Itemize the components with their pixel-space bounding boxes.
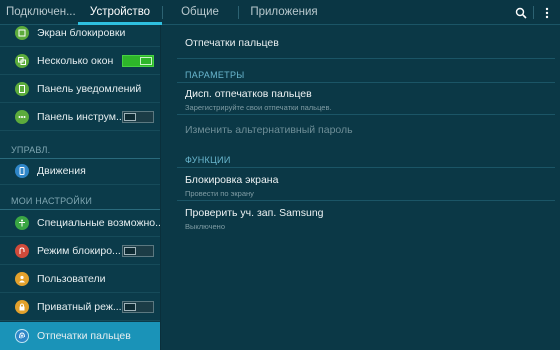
motion-icon — [15, 163, 29, 178]
sidebar-item-label: Панель инструм... — [37, 110, 122, 123]
settings-content: Отпечатки пальцев ПАРАМЕТРЫ Дисп. отпеча… — [161, 25, 560, 350]
sidebar-item-label: Отпечатки пальцев — [37, 330, 131, 342]
item-title: Изменить альтернативный пароль — [185, 124, 353, 136]
item-divider — [177, 200, 555, 201]
search-icon[interactable] — [508, 0, 534, 25]
blocking-mode-toggle[interactable] — [122, 244, 154, 257]
notification-panel-icon — [15, 81, 29, 96]
sidebar-item-users[interactable]: Пользователи — [0, 265, 160, 293]
sidebar-item-motions[interactable]: Движения — [0, 157, 160, 185]
section-divider — [177, 82, 555, 83]
item-title: Проверить уч. зап. Samsung — [185, 207, 324, 219]
item-subtitle: Зарегистрируйте свои отпечатки пальцев. — [185, 103, 332, 112]
private-mode-toggle[interactable] — [122, 300, 154, 313]
sidebar-item-fingerprints[interactable]: Отпечатки пальцев — [0, 322, 160, 350]
section-divider — [177, 167, 555, 168]
tab-general[interactable]: Общие — [162, 0, 238, 25]
item-divider — [177, 114, 555, 115]
users-icon — [15, 271, 29, 286]
sidebar-item-accessibility[interactable]: Специальные возможно... — [0, 209, 160, 237]
item-subtitle: Выключено — [185, 222, 225, 231]
multi-window-icon — [15, 53, 29, 68]
sidebar-item-label: Движения — [37, 164, 86, 177]
fingerprint-icon — [15, 329, 29, 343]
section-header-functions: ФУНКЦИИ — [185, 155, 231, 165]
title-divider — [177, 58, 555, 59]
sidebar-item-label: Режим блокиро... — [37, 244, 121, 257]
sidebar-item-toolbox[interactable]: Панель инструм... — [0, 103, 160, 131]
item-title: Блокировка экрана — [185, 174, 279, 186]
item-subtitle: Провести по экрану — [185, 189, 254, 198]
toolbox-icon — [15, 109, 29, 124]
toolbox-toggle[interactable] — [122, 110, 154, 123]
sidebar-item-lock-screen[interactable]: Экран блокировки — [0, 25, 160, 47]
sidebar-item-label: Специальные возможно... — [37, 216, 160, 229]
lock-screen-icon — [15, 25, 29, 40]
accessibility-icon — [15, 215, 29, 230]
sidebar-section-my-settings: МОИ НАСТРОЙКИ — [0, 192, 160, 210]
sidebar-item-label: Панель уведомлений — [37, 82, 142, 95]
sidebar-item-label: Экран блокировки — [37, 26, 126, 39]
overflow-menu-icon[interactable] — [534, 0, 560, 25]
sidebar-item-label: Приватный реж... — [37, 300, 122, 313]
tab-applications[interactable]: Приложения — [238, 0, 330, 25]
sidebar-item-notification-panel[interactable]: Панель уведомлений — [0, 75, 160, 103]
topbar-divider — [533, 6, 534, 19]
change-backup-password-item[interactable]: Изменить альтернативный пароль — [185, 124, 555, 136]
verify-samsung-account-item[interactable]: Проверить уч. зап. Samsung Выключено — [185, 207, 555, 231]
sidebar-item-private-mode[interactable]: Приватный реж... — [0, 293, 160, 321]
blocking-mode-icon — [15, 243, 29, 258]
screen-lock-item[interactable]: Блокировка экрана Провести по экрану — [185, 174, 555, 198]
sidebar: Экран блокировки Несколько окон Панель у… — [0, 25, 161, 350]
top-actions — [508, 0, 560, 25]
tab-connections[interactable]: Подключен... — [0, 0, 78, 25]
page-title: Отпечатки пальцев — [185, 37, 279, 49]
sidebar-item-multi-window[interactable]: Несколько окон — [0, 47, 160, 75]
sidebar-item-label: Пользователи — [37, 272, 106, 285]
private-mode-icon — [15, 299, 29, 314]
section-header-parameters: ПАРАМЕТРЫ — [185, 70, 245, 80]
fingerprint-manager-item[interactable]: Дисп. отпечатков пальцев Зарегистрируйте… — [185, 88, 555, 112]
tab-device[interactable]: Устройство — [78, 0, 162, 25]
item-title: Дисп. отпечатков пальцев — [185, 88, 312, 100]
top-tab-bar: Подключен... Устройство Общие Приложения — [0, 0, 560, 25]
multi-window-toggle[interactable] — [122, 54, 154, 67]
sidebar-item-blocking-mode[interactable]: Режим блокиро... — [0, 237, 160, 265]
sidebar-item-label: Несколько окон — [37, 54, 114, 67]
